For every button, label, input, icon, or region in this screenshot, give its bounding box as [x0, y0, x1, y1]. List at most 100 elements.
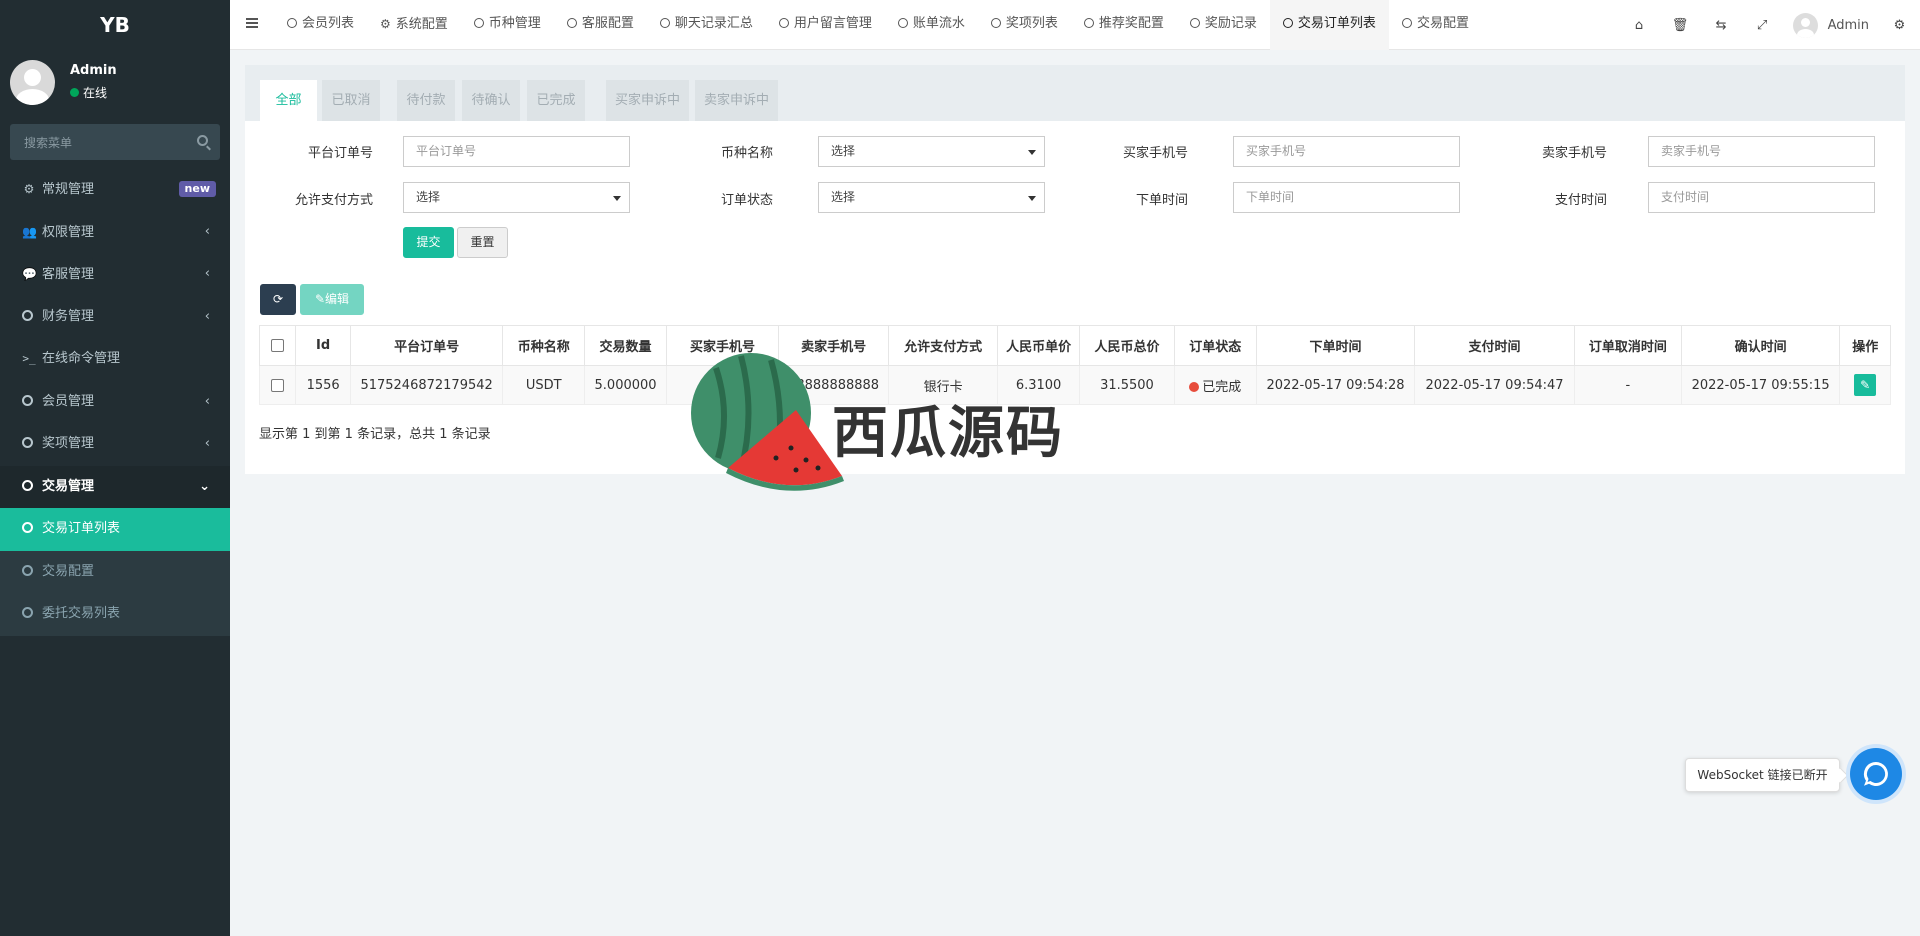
tab-referral-config[interactable]: 推荐奖配置	[1071, 0, 1177, 50]
seller-phone-label: 卖家手机号	[1541, 146, 1607, 161]
tab-trade-orders[interactable]: 交易订单列表	[1269, 0, 1389, 50]
admin-avatar	[1792, 12, 1818, 38]
sidebar-item-label: 财务管理	[42, 308, 95, 324]
order-status-label: 订单状态	[720, 193, 773, 208]
new-badge: new	[178, 181, 216, 197]
order-no-label: 平台订单号	[307, 146, 373, 161]
status-tab-pending-payment[interactable]: 待付款	[397, 80, 455, 121]
tab-service-config[interactable]: 客服配置	[554, 0, 647, 50]
sidebar-item-customer-service[interactable]: 💬 客服管理 ‹	[0, 253, 230, 296]
circle-icon	[1401, 18, 1412, 28]
pay-time-input[interactable]: 支付时间	[1648, 182, 1875, 213]
home-icon[interactable]: ⌂	[1619, 18, 1660, 33]
order-status-select[interactable]: 选择	[818, 182, 1045, 213]
tab-member-list[interactable]: 会员列表	[274, 0, 367, 50]
sidebar-item-general[interactable]: ⚙ 常规管理 new	[0, 168, 230, 211]
pay-method-label: 允许支付方式	[294, 193, 373, 208]
top-navbar: 会员列表 ⚙ 系统配置 币种管理 客服配置 聊天记录汇总 用户留言管理 账单流水 …	[230, 0, 1920, 50]
sidebar-item-awards[interactable]: 奖项管理 ‹	[0, 423, 230, 466]
terminal-icon: >_	[22, 352, 36, 365]
select-all-checkbox[interactable]	[271, 339, 285, 352]
sidebar-item-members[interactable]: 会员管理 ‹	[0, 381, 230, 424]
submit-button[interactable]: 提交	[403, 227, 454, 258]
tab-bill-flow[interactable]: 账单流水	[885, 0, 978, 50]
sidebar-item-label: 奖项管理	[42, 436, 95, 451]
buyer-phone-input[interactable]: 买家手机号	[1233, 136, 1460, 167]
pay-method-select[interactable]: 选择	[403, 182, 630, 213]
sidebar-item-online-command[interactable]: >_ 在线命令管理	[0, 338, 230, 381]
trash-icon[interactable]: 🗑	[1660, 18, 1701, 33]
column-header[interactable]: 平台订单号	[349, 325, 504, 366]
status-tab-all[interactable]: 全部	[260, 80, 317, 121]
tab-label: 聊天记录汇总	[674, 16, 753, 31]
tab-system-config[interactable]: ⚙ 系统配置	[367, 0, 461, 50]
sidebar-subitem-label: 交易订单列表	[42, 521, 121, 536]
circle-icon	[473, 18, 484, 28]
sidebar-search-input[interactable]: 搜索菜单	[10, 124, 220, 160]
row-checkbox[interactable]	[271, 378, 285, 392]
circle-icon	[990, 18, 1001, 28]
caret-down-icon	[1028, 150, 1036, 155]
fullscreen-icon[interactable]: ⤢	[1742, 18, 1783, 33]
order-no-input[interactable]: 平台订单号	[403, 136, 630, 167]
tab-award-list[interactable]: 奖项列表	[978, 0, 1071, 50]
sidebar-subitem-label: 交易配置	[42, 563, 95, 579]
sidebar-item-finance[interactable]: 财务管理 ‹	[0, 296, 230, 339]
tab-label: 交易订单列表	[1297, 16, 1376, 31]
column-header[interactable]: 下单时间	[1255, 325, 1416, 366]
coin-select[interactable]: 选择	[818, 136, 1045, 167]
status-tab-seller-appeal[interactable]: 卖家申诉中	[695, 80, 778, 121]
sidebar-subitem-trade-config[interactable]: 交易配置	[0, 550, 230, 593]
order-time-input[interactable]: 下单时间	[1233, 182, 1460, 213]
reset-button[interactable]: 重置	[457, 227, 508, 258]
status-tab-completed[interactable]: 已完成	[527, 80, 585, 121]
app-logo[interactable]: YB	[0, 0, 230, 50]
chat-bubble-button[interactable]	[1850, 748, 1902, 800]
column-header[interactable]: 交易数量	[584, 325, 667, 366]
circle-icon	[22, 437, 33, 448]
column-header[interactable]: 币种名称	[502, 325, 586, 366]
status-tab-cancelled[interactable]: 已取消	[322, 80, 380, 121]
sidebar-subitem-entrust-list[interactable]: 委托交易列表	[0, 593, 230, 636]
pay-method-select-value: 选择	[416, 190, 441, 204]
circle-icon	[659, 18, 670, 28]
user-avatar	[10, 60, 55, 105]
pencil-icon: ✎	[314, 292, 326, 306]
search-icon[interactable]	[197, 135, 208, 146]
row-edit-pencil-icon[interactable]: ✎	[1854, 374, 1877, 396]
language-icon[interactable]: ⇆	[1701, 18, 1742, 33]
sidebar-item-label: 交易管理	[42, 478, 95, 494]
sidebar-item-label: 常规管理	[42, 182, 95, 197]
status-badge: 已完成	[1202, 379, 1242, 395]
status-tab-buyer-appeal[interactable]: 买家申诉中	[606, 80, 689, 121]
watermark-text: 西瓜源码	[832, 401, 1064, 466]
sidebar-item-permissions[interactable]: 👥 权限管理 ‹	[0, 211, 230, 254]
chevron-down-icon: ⌄	[199, 478, 210, 494]
tab-reward-records[interactable]: 奖励记录	[1177, 0, 1270, 50]
caret-down-icon	[1028, 196, 1036, 201]
status-tab-pending-confirm[interactable]: 待确认	[462, 80, 520, 121]
refresh-button[interactable]: ⟳	[260, 284, 296, 315]
circle-icon	[22, 564, 33, 576]
menu-toggle-icon[interactable]	[246, 18, 258, 28]
tab-coin-management[interactable]: 币种管理	[461, 0, 554, 50]
pay-time-label: 支付时间	[1554, 193, 1607, 208]
column-header[interactable]: 确认时间	[1680, 325, 1841, 366]
column-header[interactable]: 订单状态	[1173, 325, 1257, 366]
seller-phone-input[interactable]: 卖家手机号	[1648, 136, 1875, 167]
order-status-select-value: 选择	[831, 190, 856, 204]
edit-button-label: 编辑	[325, 292, 350, 306]
admin-menu[interactable]: Admin	[1783, 12, 1879, 38]
navbar-tools: ⌂ 🗑 ⇆ ⤢ Admin ⚙	[1619, 0, 1920, 50]
tab-user-messages[interactable]: 用户留言管理	[766, 0, 885, 50]
sidebar-subitem-trade-orders[interactable]: 交易订单列表	[0, 508, 230, 551]
edit-button[interactable]: ✎编辑	[300, 284, 364, 315]
column-header[interactable]: 订单取消时间	[1573, 325, 1682, 366]
tab-label: 客服配置	[581, 16, 634, 31]
tab-chat-summary[interactable]: 聊天记录汇总	[647, 0, 766, 50]
settings-gear-icon[interactable]: ⚙	[1879, 18, 1920, 33]
column-header[interactable]: Id	[295, 325, 351, 366]
sidebar-item-trading[interactable]: 交易管理 ⌄	[0, 465, 230, 508]
tab-trade-config[interactable]: 交易配置	[1389, 0, 1482, 50]
column-header[interactable]: 支付时间	[1414, 325, 1575, 366]
